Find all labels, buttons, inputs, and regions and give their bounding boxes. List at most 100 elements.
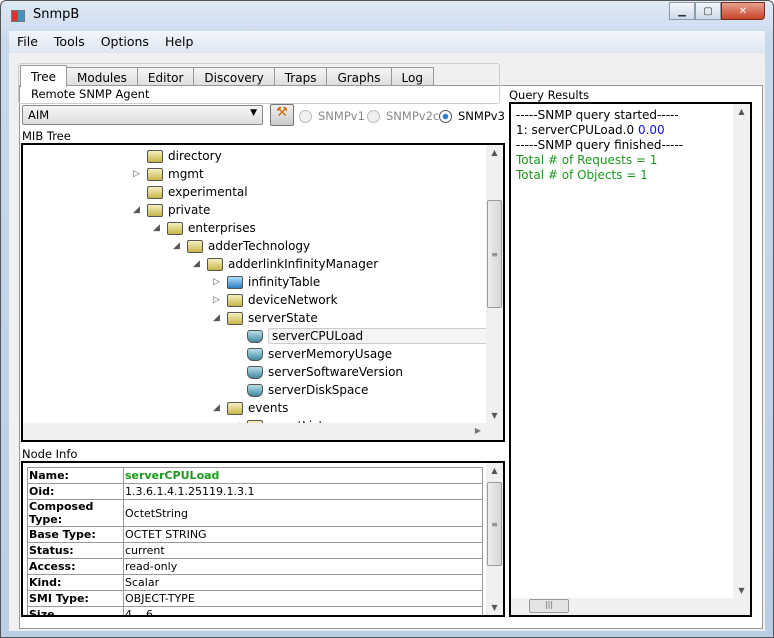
tree-node-serverMemoryUsage[interactable]: serverMemoryUsage [233, 345, 392, 363]
tree-node-adderTechnology[interactable]: ◢ adderTechnology [173, 237, 310, 255]
tree-node-enterprises[interactable]: ◢ enterprises [153, 219, 256, 237]
tree-node-label: mgmt [168, 167, 204, 181]
mib-tree[interactable]: directory ▷ mgmt experimental ◢ private ◢ enter… [21, 143, 505, 442]
scroll-thumb[interactable]: ≡ [487, 482, 502, 566]
info-key: Base Type: [27, 526, 124, 543]
folder-open-icon [167, 221, 183, 235]
radio-snmpv3-label: SNMPv3 [458, 109, 505, 123]
tree-node-label: enterprises [188, 221, 256, 235]
tree-node-serverDiskSpace[interactable]: serverDiskSpace [233, 381, 368, 399]
agent-profile-tools-button[interactable]: ⚒ [270, 104, 294, 126]
scroll-up-icon[interactable]: ▲ [733, 107, 750, 116]
tree-node-serverCPULoad[interactable]: serverCPULoad [233, 327, 503, 345]
query-hscrollbar[interactable]: ||| [511, 598, 750, 615]
query-total-requests: Total # of Requests = 1 [516, 153, 658, 167]
tree-node-label: serverCPULoad [268, 328, 503, 344]
scroll-down-icon[interactable]: ▼ [486, 603, 503, 612]
query-started-line: -----SNMP query started----- [516, 108, 679, 122]
info-value: 1.3.6.1.4.1.25119.1.3.1 [123, 483, 483, 500]
query-vscrollbar[interactable]: ▲ ▼ [733, 104, 750, 598]
info-value: read-only [123, 558, 483, 575]
tree-node-adderlinkInfinityManager[interactable]: ◢ adderlinkInfinityManager [193, 255, 378, 273]
info-row: Size 4 .. 6 [27, 606, 483, 615]
collapsed-arrow-icon[interactable]: ▷ [213, 277, 227, 287]
tree-node-label: experimental [168, 185, 248, 199]
tools-icon: ⚒ [276, 105, 288, 120]
info-value: Scalar [123, 574, 483, 591]
expanded-arrow-icon[interactable]: ◢ [193, 259, 207, 269]
scroll-thumb[interactable]: ≡ [487, 200, 502, 308]
tab-tree[interactable]: Tree [20, 65, 68, 87]
radio-snmpv1[interactable]: SNMPv1 [299, 109, 365, 123]
leaf-icon [247, 329, 263, 343]
info-value: OBJECT-TYPE [123, 590, 483, 607]
folder-icon [147, 167, 163, 181]
info-row: Kind: Scalar [27, 574, 483, 591]
expanded-arrow-icon[interactable]: ◢ [213, 403, 227, 413]
node-info-vscrollbar[interactable]: ▲ ≡ ▼ [486, 463, 503, 615]
tree-node-label: serverSoftwareVersion [268, 365, 404, 379]
info-key: Name: [27, 467, 124, 484]
info-key: Access: [27, 558, 124, 575]
expanded-arrow-icon[interactable]: ◢ [133, 205, 147, 215]
tree-node-serverState[interactable]: ◢ serverState [213, 309, 318, 327]
menu-help[interactable]: Help [157, 31, 202, 53]
info-key: Kind: [27, 574, 124, 591]
tree-node-mgmt[interactable]: ▷ mgmt [133, 165, 204, 183]
mib-tree-vscrollbar[interactable]: ▲ ≡ ▼ [486, 145, 503, 423]
info-value: 4 .. 6 [123, 606, 483, 615]
info-value: current [123, 542, 483, 559]
tree-node-private[interactable]: ◢ private [133, 201, 210, 219]
info-value: OCTET STRING [123, 526, 483, 543]
menu-options[interactable]: Options [93, 31, 157, 53]
folder-open-icon [227, 311, 243, 325]
radio-snmpv3[interactable]: SNMPv3 [439, 109, 505, 123]
scroll-down-icon[interactable]: ▼ [486, 411, 503, 420]
tree-node-label: events [248, 401, 289, 415]
tree-node-directory[interactable]: directory [133, 147, 222, 165]
tree-node-experimental[interactable]: experimental [133, 183, 248, 201]
minimize-button[interactable]: ▁ [669, 2, 695, 20]
collapsed-arrow-icon[interactable]: ▷ [213, 295, 227, 305]
info-row: Oid: 1.3.6.1.4.1.25119.1.3.1 [27, 483, 483, 500]
scroll-up-icon[interactable]: ▲ [486, 148, 503, 157]
info-value: OctetString [123, 499, 483, 527]
agent-select[interactable]: AIM ▼ [22, 105, 263, 125]
expanded-arrow-icon[interactable]: ◢ [153, 223, 167, 233]
radio-snmpv2c-label: SNMPv2c [386, 109, 440, 123]
window-title: SnmpB [33, 7, 80, 22]
info-row: Access: read-only [27, 558, 483, 575]
tree-node-label: private [168, 203, 211, 217]
tree-node-label: directory [168, 149, 222, 163]
scroll-up-icon[interactable]: ▲ [486, 466, 503, 475]
info-key: SMI Type: [27, 590, 124, 607]
folder-icon [147, 185, 163, 199]
scroll-right-icon[interactable]: ▶ [475, 426, 481, 435]
expanded-arrow-icon[interactable]: ◢ [213, 313, 227, 323]
leaf-icon [247, 383, 263, 397]
tree-node-infinityTable[interactable]: ▷ infinityTable [213, 273, 320, 291]
scroll-thumb[interactable]: ||| [529, 599, 569, 613]
tree-node-serverSoftwareVersion[interactable]: serverSoftwareVersion [233, 363, 403, 381]
node-info-label: Node Info [22, 447, 78, 461]
node-info-panel: Name: serverCPULoad Oid: 1.3.6.1.4.1.25119.… [21, 461, 505, 617]
tree-node-events[interactable]: ◢ events [213, 399, 288, 417]
info-row: Base Type: OCTET STRING [27, 526, 483, 543]
expanded-arrow-icon[interactable]: ◢ [173, 241, 187, 251]
leaf-icon [247, 347, 263, 361]
scroll-down-icon[interactable]: ▼ [733, 586, 750, 595]
tree-node-label: deviceNetwork [248, 293, 338, 307]
menu-tools[interactable]: Tools [46, 31, 93, 53]
maximize-button[interactable]: ▢ [695, 2, 721, 20]
close-button[interactable]: ✕ [721, 2, 765, 20]
info-key: Size [27, 606, 124, 615]
tree-node-label: serverDiskSpace [268, 383, 369, 397]
tree-node-deviceNetwork[interactable]: ▷ deviceNetwork [213, 291, 338, 309]
tree-node-label: serverState [248, 311, 318, 325]
query-results[interactable]: -----SNMP query started----- 1: serverCP… [509, 102, 752, 617]
collapsed-arrow-icon[interactable]: ▷ [133, 169, 147, 179]
menu-file[interactable]: File [9, 31, 46, 53]
radio-snmpv2c[interactable]: SNMPv2c [367, 109, 439, 123]
mib-tree-hscrollbar[interactable]: ▶ [23, 423, 503, 440]
info-value: serverCPULoad [123, 467, 483, 484]
